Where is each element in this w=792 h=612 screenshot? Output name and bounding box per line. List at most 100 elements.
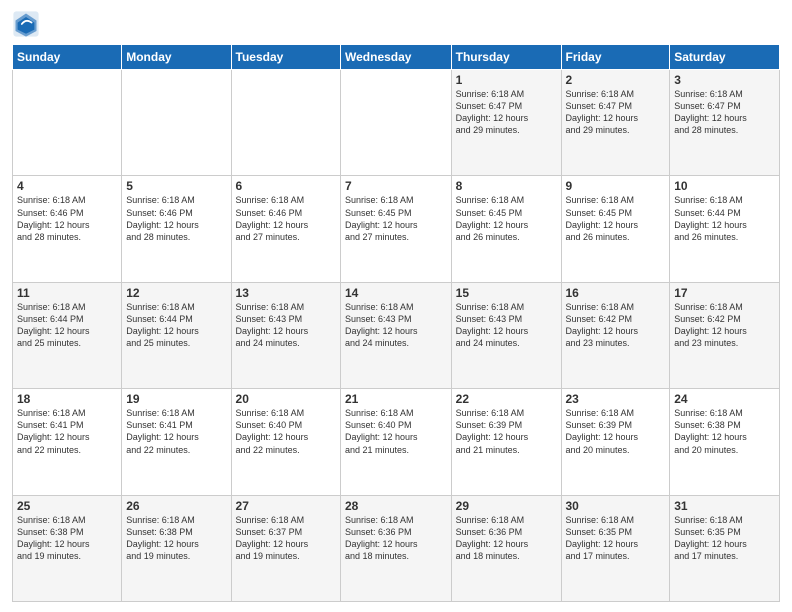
calendar-cell: 21Sunrise: 6:18 AM Sunset: 6:40 PM Dayli… bbox=[341, 389, 452, 495]
calendar-cell: 5Sunrise: 6:18 AM Sunset: 6:46 PM Daylig… bbox=[122, 176, 231, 282]
calendar-cell bbox=[13, 70, 122, 176]
day-number: 31 bbox=[674, 499, 775, 513]
calendar-cell: 24Sunrise: 6:18 AM Sunset: 6:38 PM Dayli… bbox=[670, 389, 780, 495]
day-info: Sunrise: 6:18 AM Sunset: 6:38 PM Dayligh… bbox=[17, 514, 117, 563]
weekday-header: Monday bbox=[122, 45, 231, 70]
calendar-cell: 6Sunrise: 6:18 AM Sunset: 6:46 PM Daylig… bbox=[231, 176, 340, 282]
calendar-cell: 23Sunrise: 6:18 AM Sunset: 6:39 PM Dayli… bbox=[561, 389, 670, 495]
calendar-cell bbox=[231, 70, 340, 176]
calendar-cell: 29Sunrise: 6:18 AM Sunset: 6:36 PM Dayli… bbox=[451, 495, 561, 601]
day-info: Sunrise: 6:18 AM Sunset: 6:45 PM Dayligh… bbox=[566, 194, 666, 243]
calendar-cell bbox=[122, 70, 231, 176]
calendar-cell: 1Sunrise: 6:18 AM Sunset: 6:47 PM Daylig… bbox=[451, 70, 561, 176]
day-number: 4 bbox=[17, 179, 117, 193]
day-info: Sunrise: 6:18 AM Sunset: 6:35 PM Dayligh… bbox=[566, 514, 666, 563]
day-number: 22 bbox=[456, 392, 557, 406]
logo-icon bbox=[12, 10, 40, 38]
day-number: 28 bbox=[345, 499, 447, 513]
calendar-table: SundayMondayTuesdayWednesdayThursdayFrid… bbox=[12, 44, 780, 602]
day-info: Sunrise: 6:18 AM Sunset: 6:40 PM Dayligh… bbox=[345, 407, 447, 456]
day-info: Sunrise: 6:18 AM Sunset: 6:36 PM Dayligh… bbox=[456, 514, 557, 563]
day-info: Sunrise: 6:18 AM Sunset: 6:43 PM Dayligh… bbox=[456, 301, 557, 350]
day-info: Sunrise: 6:18 AM Sunset: 6:44 PM Dayligh… bbox=[674, 194, 775, 243]
day-number: 27 bbox=[236, 499, 336, 513]
calendar-cell: 13Sunrise: 6:18 AM Sunset: 6:43 PM Dayli… bbox=[231, 282, 340, 388]
day-number: 15 bbox=[456, 286, 557, 300]
calendar-cell: 10Sunrise: 6:18 AM Sunset: 6:44 PM Dayli… bbox=[670, 176, 780, 282]
day-info: Sunrise: 6:18 AM Sunset: 6:38 PM Dayligh… bbox=[126, 514, 226, 563]
day-info: Sunrise: 6:18 AM Sunset: 6:43 PM Dayligh… bbox=[345, 301, 447, 350]
day-info: Sunrise: 6:18 AM Sunset: 6:43 PM Dayligh… bbox=[236, 301, 336, 350]
calendar-cell: 12Sunrise: 6:18 AM Sunset: 6:44 PM Dayli… bbox=[122, 282, 231, 388]
calendar-cell: 2Sunrise: 6:18 AM Sunset: 6:47 PM Daylig… bbox=[561, 70, 670, 176]
day-number: 29 bbox=[456, 499, 557, 513]
day-number: 14 bbox=[345, 286, 447, 300]
calendar-cell: 7Sunrise: 6:18 AM Sunset: 6:45 PM Daylig… bbox=[341, 176, 452, 282]
day-number: 1 bbox=[456, 73, 557, 87]
weekday-header: Friday bbox=[561, 45, 670, 70]
weekday-header: Thursday bbox=[451, 45, 561, 70]
day-number: 8 bbox=[456, 179, 557, 193]
page: SundayMondayTuesdayWednesdayThursdayFrid… bbox=[0, 0, 792, 612]
calendar-cell: 4Sunrise: 6:18 AM Sunset: 6:46 PM Daylig… bbox=[13, 176, 122, 282]
calendar-cell: 28Sunrise: 6:18 AM Sunset: 6:36 PM Dayli… bbox=[341, 495, 452, 601]
day-info: Sunrise: 6:18 AM Sunset: 6:40 PM Dayligh… bbox=[236, 407, 336, 456]
day-info: Sunrise: 6:18 AM Sunset: 6:38 PM Dayligh… bbox=[674, 407, 775, 456]
day-info: Sunrise: 6:18 AM Sunset: 6:35 PM Dayligh… bbox=[674, 514, 775, 563]
calendar-cell: 31Sunrise: 6:18 AM Sunset: 6:35 PM Dayli… bbox=[670, 495, 780, 601]
calendar-cell: 3Sunrise: 6:18 AM Sunset: 6:47 PM Daylig… bbox=[670, 70, 780, 176]
calendar-cell: 8Sunrise: 6:18 AM Sunset: 6:45 PM Daylig… bbox=[451, 176, 561, 282]
calendar-cell: 18Sunrise: 6:18 AM Sunset: 6:41 PM Dayli… bbox=[13, 389, 122, 495]
calendar-cell: 16Sunrise: 6:18 AM Sunset: 6:42 PM Dayli… bbox=[561, 282, 670, 388]
calendar-week-row: 1Sunrise: 6:18 AM Sunset: 6:47 PM Daylig… bbox=[13, 70, 780, 176]
day-info: Sunrise: 6:18 AM Sunset: 6:47 PM Dayligh… bbox=[674, 88, 775, 137]
day-number: 7 bbox=[345, 179, 447, 193]
calendar-week-row: 4 Sunrise: 6:18 AM Sunset: 6:46 PM Daylig… bbox=[13, 176, 780, 282]
calendar-week-row: 11Sunrise: 6:18 AM Sunset: 6:44 PM Dayli… bbox=[13, 282, 780, 388]
calendar-cell: 11Sunrise: 6:18 AM Sunset: 6:44 PM Dayli… bbox=[13, 282, 122, 388]
day-number: 26 bbox=[126, 499, 226, 513]
day-number: 17 bbox=[674, 286, 775, 300]
weekday-header-row: SundayMondayTuesdayWednesdayThursdayFrid… bbox=[13, 45, 780, 70]
day-number: 13 bbox=[236, 286, 336, 300]
calendar-cell: 22Sunrise: 6:18 AM Sunset: 6:39 PM Dayli… bbox=[451, 389, 561, 495]
day-info: Sunrise: 6:18 AM Sunset: 6:42 PM Dayligh… bbox=[566, 301, 666, 350]
weekday-header: Saturday bbox=[670, 45, 780, 70]
day-info: Sunrise: 6:18 AM Sunset: 6:41 PM Dayligh… bbox=[126, 407, 226, 456]
calendar-week-row: 25Sunrise: 6:18 AM Sunset: 6:38 PM Dayli… bbox=[13, 495, 780, 601]
day-number: 21 bbox=[345, 392, 447, 406]
day-info: Sunrise: 6:18 AM Sunset: 6:41 PM Dayligh… bbox=[17, 407, 117, 456]
day-number: 30 bbox=[566, 499, 666, 513]
calendar-cell: 25Sunrise: 6:18 AM Sunset: 6:38 PM Dayli… bbox=[13, 495, 122, 601]
day-info: Sunrise: 6:18 AM Sunset: 6:42 PM Dayligh… bbox=[674, 301, 775, 350]
day-number: 12 bbox=[126, 286, 226, 300]
day-number: 16 bbox=[566, 286, 666, 300]
day-number: 11 bbox=[17, 286, 117, 300]
calendar-cell: 9Sunrise: 6:18 AM Sunset: 6:45 PM Daylig… bbox=[561, 176, 670, 282]
weekday-header: Sunday bbox=[13, 45, 122, 70]
header bbox=[12, 10, 780, 38]
day-number: 18 bbox=[17, 392, 117, 406]
day-number: 10 bbox=[674, 179, 775, 193]
logo bbox=[12, 10, 44, 38]
calendar-cell: 26Sunrise: 6:18 AM Sunset: 6:38 PM Dayli… bbox=[122, 495, 231, 601]
calendar-cell: 27Sunrise: 6:18 AM Sunset: 6:37 PM Dayli… bbox=[231, 495, 340, 601]
day-info: Sunrise: 6:18 AM Sunset: 6:47 PM Dayligh… bbox=[456, 88, 557, 137]
calendar-week-row: 18Sunrise: 6:18 AM Sunset: 6:41 PM Dayli… bbox=[13, 389, 780, 495]
day-info: Sunrise: 6:18 AM Sunset: 6:39 PM Dayligh… bbox=[566, 407, 666, 456]
calendar-cell: 19Sunrise: 6:18 AM Sunset: 6:41 PM Dayli… bbox=[122, 389, 231, 495]
day-info: Sunrise: 6:18 AM Sunset: 6:46 PM Dayligh… bbox=[126, 194, 226, 243]
day-number: 5 bbox=[126, 179, 226, 193]
calendar-cell: 20Sunrise: 6:18 AM Sunset: 6:40 PM Dayli… bbox=[231, 389, 340, 495]
day-info: Sunrise: 6:18 AM Sunset: 6:45 PM Dayligh… bbox=[456, 194, 557, 243]
day-number: 3 bbox=[674, 73, 775, 87]
day-info: Sunrise: 6:18 AM Sunset: 6:37 PM Dayligh… bbox=[236, 514, 336, 563]
day-number: 6 bbox=[236, 179, 336, 193]
day-info: Sunrise: 6:18 AM Sunset: 6:45 PM Dayligh… bbox=[345, 194, 447, 243]
day-info: Sunrise: 6:18 AM Sunset: 6:36 PM Dayligh… bbox=[345, 514, 447, 563]
calendar-cell: 15Sunrise: 6:18 AM Sunset: 6:43 PM Dayli… bbox=[451, 282, 561, 388]
day-number: 25 bbox=[17, 499, 117, 513]
calendar-cell bbox=[341, 70, 452, 176]
calendar-cell: 17Sunrise: 6:18 AM Sunset: 6:42 PM Dayli… bbox=[670, 282, 780, 388]
day-info: Sunrise: 6:18 AM Sunset: 6:44 PM Dayligh… bbox=[17, 301, 117, 350]
